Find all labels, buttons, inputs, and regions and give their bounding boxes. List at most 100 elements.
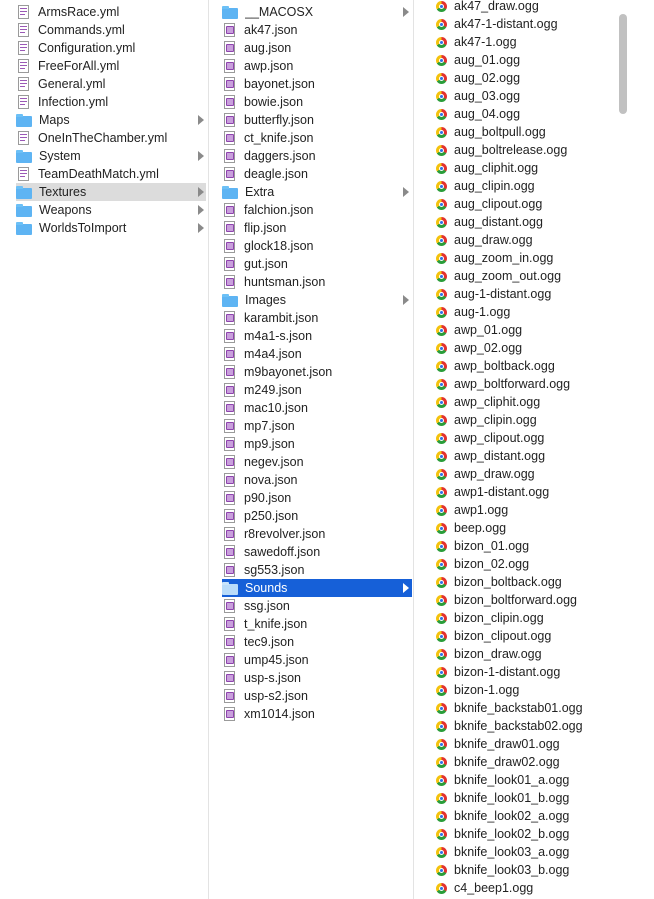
file-row[interactable]: FreeForAll.yml [16,57,206,75]
finder-column-sounds[interactable]: ak47_draw.ogg ak47-1-distant.ogg ak47-1.og… [413,0,654,899]
file-row[interactable]: bknife_backstab02.ogg [434,717,634,735]
file-row[interactable]: awp_clipin.ogg [434,411,634,429]
file-row[interactable]: bizon_boltback.ogg [434,573,634,591]
file-row[interactable]: TeamDeathMatch.yml [16,165,206,183]
file-row[interactable]: bizon_clipin.ogg [434,609,634,627]
file-row[interactable]: xm1014.json [222,705,412,723]
folder-row[interactable]: Maps [16,111,206,129]
file-row[interactable]: bknife_look01_a.ogg [434,771,634,789]
file-row[interactable]: beep.ogg [434,519,634,537]
file-row[interactable]: aug-1.ogg [434,303,634,321]
file-row[interactable]: awp_clipout.ogg [434,429,634,447]
file-row[interactable]: Configuration.yml [16,39,206,57]
file-row[interactable]: sg553.json [222,561,412,579]
file-row[interactable]: bizon-1-distant.ogg [434,663,634,681]
file-row[interactable]: c4_beep1.ogg [434,879,634,897]
finder-column-textures-parent[interactable]: ArmsRace.yml Commands.yml Configuration.ym… [0,0,206,899]
folder-row[interactable]: __MACOSX [222,3,412,21]
file-row[interactable]: usp-s2.json [222,687,412,705]
file-row[interactable]: aug_boltpull.ogg [434,123,634,141]
file-row[interactable]: awp.json [222,57,412,75]
file-row[interactable]: aug_zoom_out.ogg [434,267,634,285]
file-row[interactable]: aug_03.ogg [434,87,634,105]
file-row[interactable]: karambit.json [222,309,412,327]
file-row[interactable]: aug_distant.ogg [434,213,634,231]
file-row[interactable]: bizon_clipout.ogg [434,627,634,645]
file-row[interactable]: bizon_draw.ogg [434,645,634,663]
folder-row[interactable]: Extra [222,183,412,201]
finder-column-textures[interactable]: __MACOSX ak47.json aug.json awp.json bayonet… [208,0,412,899]
file-row[interactable]: ak47.json [222,21,412,39]
file-row[interactable]: ssg.json [222,597,412,615]
file-row[interactable]: ak47-1.ogg [434,33,634,51]
file-row[interactable]: ak47_draw.ogg [434,0,634,15]
file-row[interactable]: bowie.json [222,93,412,111]
file-row[interactable]: bayonet.json [222,75,412,93]
file-row[interactable]: aug_clipout.ogg [434,195,634,213]
file-row[interactable]: bknife_draw01.ogg [434,735,634,753]
file-row[interactable]: awp_cliphit.ogg [434,393,634,411]
file-row[interactable]: flip.json [222,219,412,237]
file-row[interactable]: p250.json [222,507,412,525]
file-row[interactable]: aug_boltrelease.ogg [434,141,634,159]
file-row[interactable]: huntsman.json [222,273,412,291]
file-row[interactable]: awp_02.ogg [434,339,634,357]
file-row[interactable]: bknife_look03_a.ogg [434,843,634,861]
file-row[interactable]: deagle.json [222,165,412,183]
file-row[interactable]: aug_01.ogg [434,51,634,69]
file-row[interactable]: bizon-1.ogg [434,681,634,699]
file-row[interactable]: glock18.json [222,237,412,255]
folder-row[interactable]: Images [222,291,412,309]
file-row[interactable]: aug_zoom_in.ogg [434,249,634,267]
file-row[interactable]: tec9.json [222,633,412,651]
file-row[interactable]: ak47-1-distant.ogg [434,15,634,33]
folder-row[interactable]: Weapons [16,201,206,219]
file-row[interactable]: usp-s.json [222,669,412,687]
file-row[interactable]: butterfly.json [222,111,412,129]
file-row[interactable]: aug_draw.ogg [434,231,634,249]
file-row[interactable]: mp7.json [222,417,412,435]
file-row[interactable]: awp_distant.ogg [434,447,634,465]
file-row[interactable]: awp_boltforward.ogg [434,375,634,393]
file-row[interactable]: sawedoff.json [222,543,412,561]
file-row[interactable]: m249.json [222,381,412,399]
file-row[interactable]: aug_clipin.ogg [434,177,634,195]
file-row[interactable]: Infection.yml [16,93,206,111]
vertical-scrollbar[interactable] [619,14,627,114]
file-row[interactable]: aug.json [222,39,412,57]
file-row[interactable]: bizon_02.ogg [434,555,634,573]
file-row[interactable]: aug_cliphit.ogg [434,159,634,177]
folder-row[interactable]: System [16,147,206,165]
file-row[interactable]: r8revolver.json [222,525,412,543]
file-row[interactable]: bknife_look02_b.ogg [434,825,634,843]
file-row[interactable]: awp_draw.ogg [434,465,634,483]
file-row[interactable]: ArmsRace.yml [16,3,206,21]
file-row[interactable]: aug_02.ogg [434,69,634,87]
file-row[interactable]: m4a1-s.json [222,327,412,345]
file-row[interactable]: awp1-distant.ogg [434,483,634,501]
file-row[interactable]: mac10.json [222,399,412,417]
file-row[interactable]: aug_04.ogg [434,105,634,123]
file-row[interactable]: bknife_draw02.ogg [434,753,634,771]
file-row[interactable]: m4a4.json [222,345,412,363]
file-row[interactable]: awp_01.ogg [434,321,634,339]
file-row[interactable]: daggers.json [222,147,412,165]
file-row[interactable]: gut.json [222,255,412,273]
file-row[interactable]: OneInTheChamber.yml [16,129,206,147]
file-row[interactable]: bknife_look02_a.ogg [434,807,634,825]
file-row[interactable]: bizon_boltforward.ogg [434,591,634,609]
file-row[interactable]: nova.json [222,471,412,489]
file-row[interactable]: bknife_look03_b.ogg [434,861,634,879]
folder-row[interactable]: Textures [16,183,206,201]
file-row[interactable]: bknife_backstab01.ogg [434,699,634,717]
file-row[interactable]: falchion.json [222,201,412,219]
file-row[interactable]: ump45.json [222,651,412,669]
file-row[interactable]: awp1.ogg [434,501,634,519]
file-row[interactable]: t_knife.json [222,615,412,633]
file-row[interactable]: mp9.json [222,435,412,453]
folder-row[interactable]: WorldsToImport [16,219,206,237]
file-row[interactable]: bknife_look01_b.ogg [434,789,634,807]
file-row[interactable]: ct_knife.json [222,129,412,147]
file-row[interactable]: m9bayonet.json [222,363,412,381]
folder-row[interactable]: Sounds [222,579,412,597]
